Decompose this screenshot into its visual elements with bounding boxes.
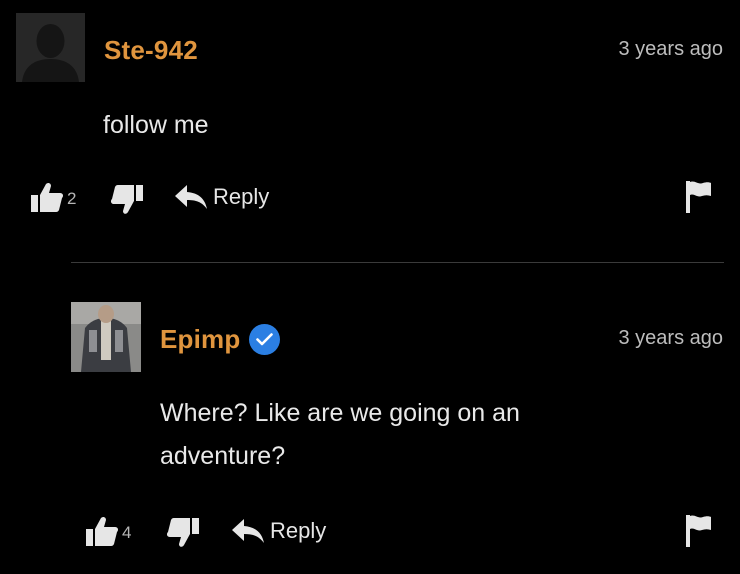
flag-button[interactable] [684,179,712,218]
comment-timestamp: 3 years ago [618,38,723,60]
comment-timestamp: 3 years ago [618,327,723,349]
thumbs-up-icon [86,516,119,546]
flag-button[interactable] [684,513,712,552]
thumbs-up-icon [31,182,64,212]
reply-label: Reply [213,184,270,209]
reply-label: Reply [270,518,327,543]
reply-arrow-icon [175,185,207,209]
flag-icon [686,181,711,213]
comment-username[interactable]: Ste-942 [104,35,198,66]
flag-icon [686,515,711,547]
reply-author: Epimp [160,324,281,355]
like-button[interactable]: 2 [30,181,76,213]
like-count: 4 [122,523,132,542]
comment-username[interactable]: Epimp [160,324,240,355]
thumbs-down-icon [110,185,143,214]
comment-text: follow me [103,111,209,139]
verified-badge-icon [249,324,281,355]
avatar-ste-942[interactable] [16,13,85,82]
default-avatar-icon [16,13,85,82]
reply-button[interactable]: Reply [231,518,326,544]
reply-button[interactable]: Reply [174,184,269,210]
thumbs-down-icon [166,518,199,547]
comment-text: Where? Like are we going on an adventure… [160,399,520,470]
avatar-epimp[interactable] [71,302,141,372]
user-photo-icon [71,302,141,372]
dislike-button[interactable] [166,517,200,554]
like-button[interactable]: 4 [85,515,131,547]
checkmark-icon [256,333,274,346]
reply-arrow-icon [232,519,264,543]
thread-divider [71,262,724,263]
like-count: 2 [67,189,77,208]
dislike-button[interactable] [110,184,144,221]
